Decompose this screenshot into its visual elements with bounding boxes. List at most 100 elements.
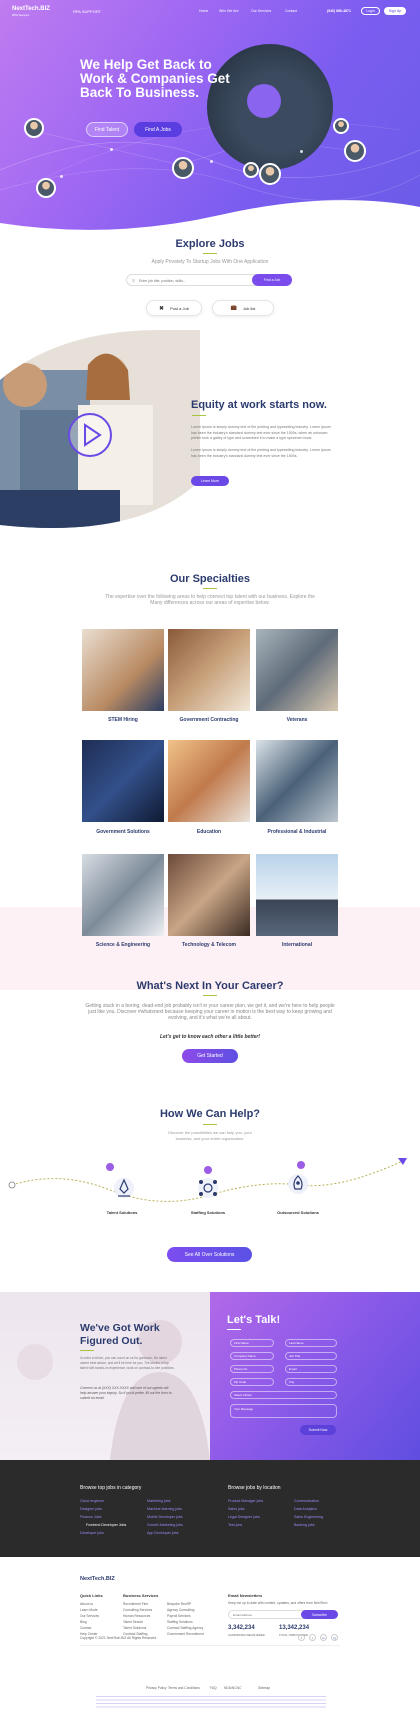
tile-government-contracting[interactable] (168, 629, 250, 711)
nav-link-home[interactable]: Home (199, 9, 208, 13)
tile-science-engineering[interactable] (82, 854, 164, 936)
see-all-solutions-button[interactable]: See All Over Solutions (167, 1247, 252, 1262)
category-link[interactable]: Designer jobs (80, 1507, 102, 1511)
instagram-icon[interactable]: ig (331, 1634, 338, 1641)
nav-phone[interactable]: (540) 680-4871 (327, 9, 351, 13)
play-video-button[interactable] (68, 413, 112, 457)
category-link[interactable]: Finance Jobs (80, 1515, 101, 1519)
option-select[interactable]: Select Option (230, 1391, 337, 1399)
job-title-field[interactable]: Job Title (285, 1352, 337, 1360)
nav-link-contact[interactable]: Contact (285, 9, 297, 13)
candidates-label: CANDIDATES REGISTERED (228, 1633, 265, 1637)
message-field[interactable]: Your Message (230, 1404, 337, 1418)
footer-link[interactable]: Blog (80, 1620, 87, 1624)
specialty-label: Veterans (286, 717, 308, 723)
category-link[interactable]: Growth Marketing jobs (147, 1523, 183, 1527)
tile-government-solutions[interactable] (82, 740, 164, 822)
category-link[interactable]: Frontend Developer Jobs (86, 1523, 126, 1527)
equity-paragraph-2: Lorem Ipsum is simply dummy text of the … (191, 448, 331, 458)
location-link[interactable]: Sales Engineering (294, 1515, 323, 1519)
submit-button[interactable]: Submit Now (300, 1425, 336, 1435)
footer-link[interactable]: Human Resources (123, 1614, 150, 1618)
tile-education[interactable] (168, 740, 250, 822)
job-search-input[interactable] (139, 276, 249, 285)
footer-logo[interactable]: NextTech.BIZ (80, 1576, 115, 1582)
footer-link[interactable]: Agency Consulting (167, 1608, 195, 1612)
location-link[interactable]: Test jobs (228, 1523, 242, 1527)
last-name-field[interactable]: Last Name (285, 1339, 337, 1347)
candidates-count: 3,342,234 (228, 1625, 255, 1631)
signup-button[interactable]: Sign Up (384, 7, 406, 15)
learn-more-button[interactable]: Learn More (191, 476, 229, 486)
find-jobs-button[interactable]: Find A Jobs (134, 122, 182, 137)
footer-bottom-link[interactable]: Terms and Conditions (168, 1686, 200, 1690)
footer-link[interactable]: About us (80, 1602, 93, 1606)
secondary-logo[interactable]: RPA SUPPORT (73, 9, 101, 14)
tile-professional-industrial[interactable] (256, 740, 338, 822)
footer-link[interactable]: Talent Solutions (123, 1626, 146, 1630)
footer-link[interactable]: Recruitment Firm (123, 1602, 148, 1606)
logo[interactable]: NextTech.BIZ RPA Support (12, 6, 50, 18)
tile-stem-hiring[interactable] (82, 629, 164, 711)
footer-link[interactable]: Government Recruitment (167, 1632, 204, 1636)
twitter-icon[interactable]: t (309, 1634, 316, 1641)
footer-link[interactable]: Consulting Services (123, 1608, 152, 1612)
newsletter-email-input[interactable] (233, 1612, 297, 1618)
city-field[interactable]: City (285, 1378, 337, 1386)
specialties-subtitle: The expertise over the following areas t… (105, 594, 315, 606)
category-link[interactable]: App Developer jobs (147, 1531, 178, 1535)
post-job-button[interactable]: ✖ Post a Job (146, 300, 202, 316)
location-link[interactable]: Product Manager jobs (228, 1499, 263, 1503)
footer-link[interactable]: Talent Search (123, 1620, 143, 1624)
category-link[interactable]: Marketing jobs (147, 1499, 170, 1503)
avatar (243, 162, 259, 178)
solution-label: Talent Solutions (106, 1210, 138, 1215)
rocket-team-icon (114, 1178, 134, 1198)
footer-link[interactable]: Payroll Services (167, 1614, 191, 1618)
footer-link[interactable]: Bespoke RecRP (167, 1602, 191, 1606)
email-field[interactable]: Email (285, 1365, 337, 1373)
tile-technology-telecom[interactable] (168, 854, 250, 936)
location-link[interactable]: Banking jobs (294, 1523, 315, 1527)
specialties-title: Our Specialties (169, 573, 251, 585)
location-link[interactable]: Legal Designer jobs (228, 1515, 260, 1519)
footer-link[interactable]: Staffing Solutions (167, 1620, 193, 1624)
tile-veterans[interactable] (256, 629, 338, 711)
nav-link-our-services[interactable]: Our Services (251, 9, 271, 13)
linkedin-icon[interactable]: in (320, 1634, 327, 1641)
footer-link[interactable]: Learn Mode (80, 1608, 98, 1612)
category-link[interactable]: Developer jobs (80, 1531, 104, 1535)
phone-field[interactable]: Phone No (230, 1365, 274, 1373)
first-name-field[interactable]: First Name (230, 1339, 274, 1347)
logo-subtext: RPA Support (12, 13, 30, 17)
company-field[interactable]: Company Name (230, 1352, 274, 1360)
facebook-icon[interactable]: f (298, 1634, 305, 1641)
category-link[interactable]: Cloud engineer (80, 1499, 104, 1503)
footer-link[interactable]: Contract Staffing Agency (167, 1626, 203, 1630)
explore-title: Explore Jobs (175, 238, 245, 250)
category-link[interactable]: Mobile Developer jobs (147, 1515, 183, 1519)
location-link[interactable]: Communication (294, 1499, 319, 1503)
get-started-button[interactable]: Get Started (182, 1049, 238, 1063)
search-button[interactable]: Find a Job (252, 274, 292, 286)
footer-bottom-link[interactable]: Privacy Policy (146, 1686, 167, 1690)
footer-bottom-link[interactable]: Sitemap (258, 1686, 270, 1690)
nav-link-who-we-are[interactable]: Who We Are (219, 9, 239, 13)
help-title: How We Can Help? (159, 1108, 261, 1120)
footer-link[interactable]: Our Services (80, 1614, 99, 1618)
footer-link[interactable]: Contact (80, 1626, 91, 1630)
location-link[interactable]: Sales jobs (228, 1507, 245, 1511)
category-link[interactable]: Machine learning jobs (147, 1507, 182, 1511)
login-button[interactable]: Login (361, 7, 380, 15)
title-underline (227, 1329, 241, 1330)
job-list-label: Job list (242, 305, 256, 311)
zip-field[interactable]: Zip Code (230, 1378, 274, 1386)
tile-international[interactable] (256, 854, 338, 936)
footer-bottom-link[interactable]: FAQ (210, 1686, 217, 1690)
footer-bottom-link[interactable]: NDA/NCNC (224, 1686, 241, 1690)
job-list-button[interactable]: 💼 Job list (212, 300, 274, 316)
subscribe-button[interactable]: Subscribe (301, 1610, 338, 1619)
find-talent-button[interactable]: Find Talent (86, 122, 128, 137)
location-link[interactable]: Data Analytics (294, 1507, 317, 1511)
network-dot (60, 175, 63, 178)
